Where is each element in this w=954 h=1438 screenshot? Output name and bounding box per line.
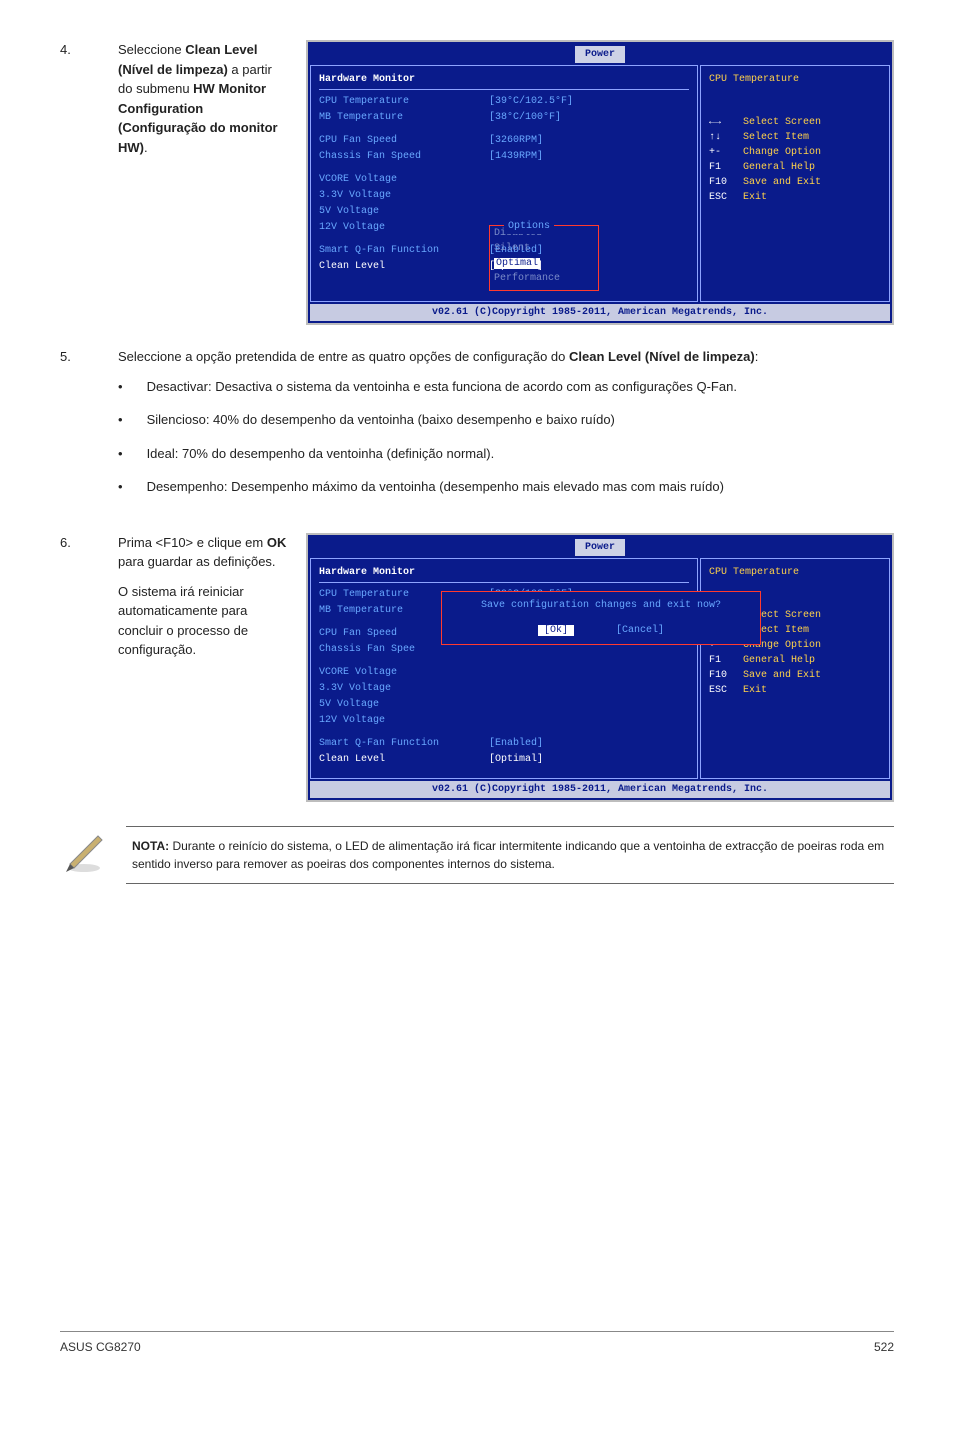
text: Seleccione (118, 42, 185, 57)
bios-left-panel: Hardware Monitor CPU Temperature[39°C/10… (310, 558, 698, 779)
bios-screenshot-2: Power Hardware Monitor CPU Temperature[3… (306, 533, 894, 802)
step-5: 5. Seleccione a opção pretendida de entr… (60, 347, 894, 511)
note-box: NOTA: Durante o reinício do sistema, o L… (126, 826, 894, 884)
bios-line: Chassis Fan Speed[1439RPM] (319, 149, 689, 164)
option-item: Silent (494, 241, 594, 256)
bios-key-hints: Select ScreenSelect Item+-Change OptionF… (709, 115, 881, 205)
footer-page-number: 522 (874, 1338, 894, 1356)
bios-right-title: CPU Temperature (709, 72, 881, 87)
page-footer: ASUS CG8270 522 (60, 1331, 894, 1356)
bullet-item: Silencioso: 40% do desempenho da ventoin… (118, 410, 894, 430)
bullet-item: Desempenho: Desempenho máximo da ventoin… (118, 477, 894, 497)
bios-line: CPU Temperature[39°C/102.5°F] (319, 94, 689, 109)
key-hint: Select Screen (709, 115, 881, 130)
bullet-item: Desactivar: Desactiva o sistema da vento… (118, 377, 894, 397)
key-hint: ESCExit (709, 683, 881, 698)
bios-save-dialog: Save configuration changes and exit now?… (441, 591, 761, 645)
step-5-body: Seleccione a opção pretendida de entre a… (118, 347, 894, 511)
bios-line: 3.3V Voltage (319, 188, 689, 203)
text: Seleccione a opção pretendida de entre a… (118, 349, 569, 364)
bios-line: 5V Voltage (319, 204, 689, 219)
bios-options-popup: Options DisabledSilentOptimalPerformance (489, 225, 599, 291)
key-hint: ESCExit (709, 190, 881, 205)
key-hint: F10Save and Exit (709, 668, 881, 683)
step-6: 6. Prima <F10> e clique em OK para guard… (60, 533, 894, 802)
text: para guardar as definições. (118, 554, 276, 569)
bios-heading: Hardware Monitor (319, 565, 689, 583)
bios-right-panel: CPU Temperature Select ScreenSelect Item… (700, 65, 890, 302)
bios-right-title: CPU Temperature (709, 565, 881, 580)
bios-line: MB Temperature[38°C/100°F] (319, 110, 689, 125)
bold-text: OK (267, 535, 287, 550)
bios-heading: Hardware Monitor (319, 72, 689, 90)
footer-left: ASUS CG8270 (60, 1338, 141, 1356)
bios-line: 3.3V Voltage (319, 681, 689, 696)
note-label: NOTA: (132, 839, 169, 853)
option-item: Performance (494, 271, 594, 286)
step-number: 5. (60, 347, 100, 511)
step-number: 4. (60, 40, 100, 325)
dialog-message: Save configuration changes and exit now? (452, 598, 750, 613)
bios-tab-row: Power (308, 42, 892, 63)
bios-screenshot-1: Power Hardware Monitor CPU Temperature[3… (306, 40, 894, 325)
bios-line: VCORE Voltage (319, 172, 689, 187)
bios-tab-power: Power (575, 46, 625, 63)
bios-footer: v02.61 (C)Copyright 1985-2011, American … (310, 304, 890, 321)
dialog-ok-button: [Ok] (538, 625, 574, 636)
bios-tab-row: Power (308, 535, 892, 556)
text: O sistema irá reiniciar automaticamente … (118, 582, 288, 660)
bios-line: VCORE Voltage (319, 665, 689, 680)
note-callout: NOTA: Durante o reinício do sistema, o L… (60, 826, 894, 884)
bullet-item: Ideal: 70% do desempenho da ventoinha (d… (118, 444, 894, 464)
key-hint: F10Save and Exit (709, 175, 881, 190)
bios-line: 12V Voltage (319, 713, 689, 728)
bios-tab-power: Power (575, 539, 625, 556)
bios-line: Clean Level[Optimal] (319, 752, 689, 767)
step-number: 6. (60, 533, 100, 802)
key-hint: F1General Help (709, 653, 881, 668)
step-6-text: Prima <F10> e clique em OK para guardar … (118, 533, 288, 802)
key-hint: +-Change Option (709, 145, 881, 160)
bios-line: Smart Q-Fan Function[Enabled] (319, 736, 689, 751)
bold-text: Clean Level (Nível de limpeza) (569, 349, 755, 364)
bios-line: 5V Voltage (319, 697, 689, 712)
key-hint: F1General Help (709, 160, 881, 175)
step-4: 4. Seleccione Clean Level (Nível de limp… (60, 40, 894, 325)
text: Prima <F10> e clique em (118, 535, 267, 550)
options-legend: Options (504, 219, 554, 234)
bios-left-panel: Hardware Monitor CPU Temperature[39°C/10… (310, 65, 698, 302)
text: : (755, 349, 759, 364)
step-4-text: Seleccione Clean Level (Nível de limpeza… (118, 40, 288, 325)
pencil-note-icon (60, 826, 108, 874)
dialog-cancel-button: [Cancel] (616, 625, 664, 636)
option-item: Optimal (494, 256, 594, 271)
step-5-bullets: Desactivar: Desactiva o sistema da vento… (118, 377, 894, 497)
text: . (144, 140, 148, 155)
key-hint: Select Item (709, 130, 881, 145)
bios-footer: v02.61 (C)Copyright 1985-2011, American … (310, 781, 890, 798)
note-text: Durante o reinício do sistema, o LED de … (132, 839, 884, 871)
bios-line: CPU Fan Speed[3260RPM] (319, 133, 689, 148)
